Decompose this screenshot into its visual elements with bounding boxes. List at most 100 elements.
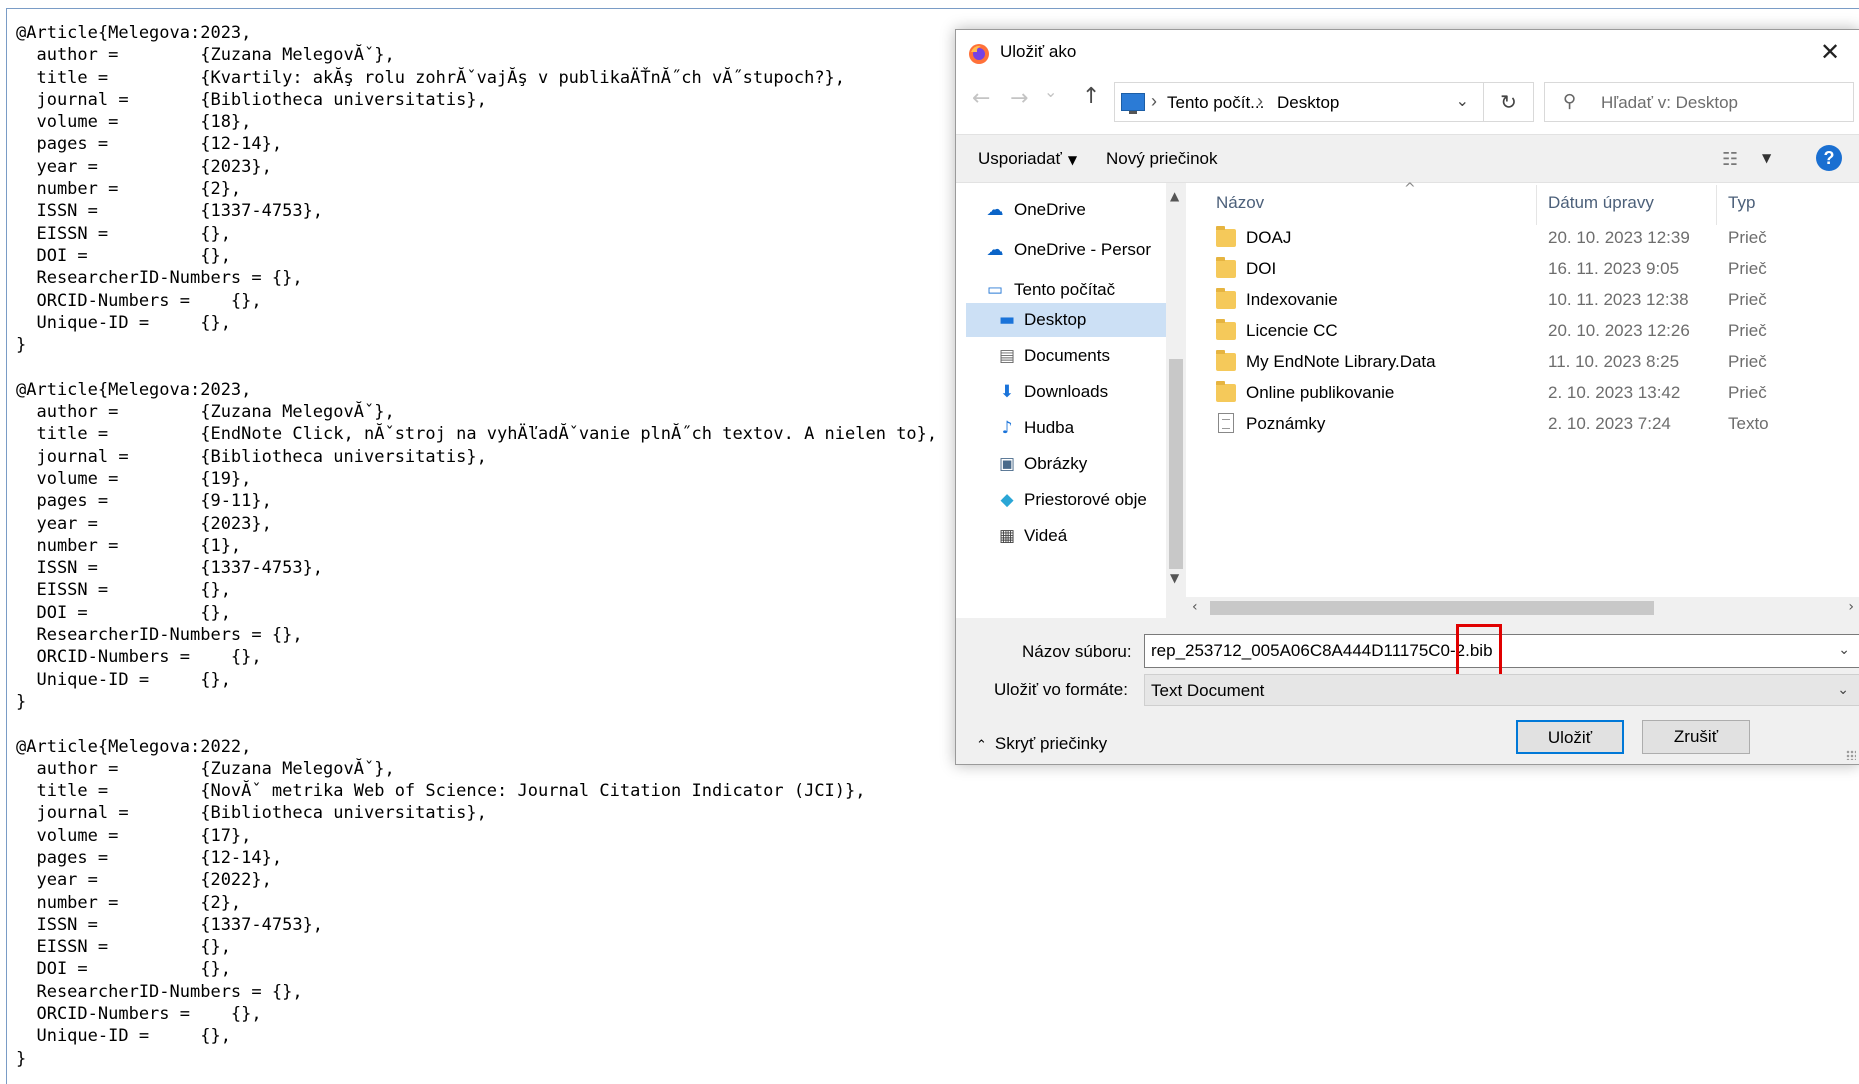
- sidebar-item-onedrive-personal[interactable]: ☁ OneDrive - Persor: [956, 233, 1166, 267]
- search-icon: ⚲: [1563, 91, 1577, 112]
- sidebar-item-videos[interactable]: ▦ Videá: [956, 519, 1166, 553]
- folder-icon: [1216, 350, 1236, 371]
- refresh-button[interactable]: ↻: [1484, 82, 1534, 122]
- scroll-down-icon[interactable]: ▼: [1170, 571, 1179, 585]
- file-type: Prieč: [1728, 352, 1767, 371]
- sidebar-item-music[interactable]: ♪ Hudba: [956, 411, 1166, 445]
- sidebar-item-label: Desktop: [1024, 310, 1087, 329]
- downloads-icon: ⬇: [999, 382, 1015, 402]
- sidebar-item-this-pc[interactable]: ▭ Tento počítač: [956, 273, 1166, 307]
- sidebar-item-label: OneDrive - Persor: [1014, 240, 1151, 259]
- scroll-right-icon[interactable]: ›: [1848, 599, 1854, 615]
- hide-folders-button[interactable]: ⌃ Skryť priečinky: [976, 734, 1107, 754]
- onedrive-icon: ☁: [986, 240, 1004, 260]
- sort-ascending-icon: ^: [1404, 181, 1416, 197]
- onedrive-icon: ☁: [986, 200, 1004, 220]
- file-row[interactable]: Licencie CC 20. 10. 2023 12:26 Prieč: [1186, 316, 1859, 346]
- folder-icon: [1216, 257, 1236, 278]
- navigation-pane: ☁ OneDrive ☁ OneDrive - Persor ▭ Tento p…: [956, 183, 1166, 619]
- text-document-icon: [1218, 413, 1234, 433]
- file-type: Prieč: [1728, 259, 1767, 278]
- search-input[interactable]: ⚲ Hľadať v: Desktop: [1544, 82, 1854, 122]
- sidebar-item-downloads[interactable]: ⬇ Downloads: [956, 375, 1166, 409]
- sidebar-item-label: Priestorové obje: [1024, 490, 1147, 509]
- folder-icon: [1216, 319, 1236, 340]
- organize-button[interactable]: Usporiadať ▼: [978, 149, 1077, 169]
- file-row[interactable]: Online publikovanie 2. 10. 2023 13:42 Pr…: [1186, 378, 1859, 408]
- format-select[interactable]: Text Document ⌄: [1144, 674, 1859, 706]
- file-type: Prieč: [1728, 290, 1767, 309]
- address-bar[interactable]: › Tento počít... › Desktop ⌄: [1114, 82, 1484, 122]
- navigation-bar: ← → ⌄ ↑ › Tento počít... › Desktop ⌄ ↻ ⚲…: [956, 74, 1859, 134]
- view-options-icon[interactable]: ☷: [1722, 149, 1738, 170]
- pictures-icon: ▣: [998, 454, 1016, 474]
- scrollbar-thumb[interactable]: [1210, 601, 1654, 615]
- chevron-down-icon[interactable]: ⌄: [1456, 91, 1469, 110]
- file-row[interactable]: DOI 16. 11. 2023 9:05 Prieč: [1186, 254, 1859, 284]
- help-icon[interactable]: ?: [1816, 145, 1842, 171]
- firefox-icon: [969, 44, 989, 64]
- file-name: Licencie CC: [1246, 321, 1338, 340]
- file-row[interactable]: Indexovanie 10. 11. 2023 12:38 Prieč: [1186, 285, 1859, 315]
- scroll-left-icon[interactable]: ‹: [1192, 599, 1198, 615]
- forward-arrow-icon[interactable]: →: [1010, 86, 1028, 111]
- column-header-name[interactable]: Názov: [1216, 193, 1264, 213]
- scrollbar-thumb[interactable]: [1169, 359, 1183, 569]
- chevron-down-icon[interactable]: ⌄: [1838, 642, 1850, 658]
- new-folder-button[interactable]: Nový priečinok: [1106, 149, 1218, 169]
- back-arrow-icon[interactable]: ←: [972, 86, 990, 111]
- up-arrow-icon[interactable]: ↑: [1082, 84, 1100, 109]
- desktop-icon: ▬: [998, 310, 1016, 330]
- navigation-pane-scrollbar[interactable]: ▲ ▼: [1166, 183, 1186, 619]
- format-label: Uložiť vo formáte:: [994, 680, 1128, 699]
- sidebar-item-onedrive[interactable]: ☁ OneDrive: [956, 193, 1166, 227]
- sidebar-item-label: Documents: [1024, 346, 1110, 365]
- close-icon[interactable]: ✕: [1810, 34, 1850, 70]
- cancel-button[interactable]: Zrušiť: [1642, 720, 1750, 754]
- caret-down-icon[interactable]: ▼: [1762, 151, 1771, 165]
- sidebar-item-pictures[interactable]: ▣ Obrázky: [956, 447, 1166, 481]
- chevron-right-icon: ›: [1151, 91, 1157, 111]
- sidebar-item-documents[interactable]: ▤ Documents: [956, 339, 1166, 373]
- file-row[interactable]: Poznámky 2. 10. 2023 7:24 Texto: [1186, 409, 1859, 439]
- file-name: DOI: [1246, 259, 1277, 278]
- resize-grip[interactable]: [1846, 750, 1856, 760]
- music-icon: ♪: [1001, 418, 1013, 438]
- organize-label: Usporiadať: [978, 149, 1062, 168]
- bibtex-text[interactable]: @Article{Melegova:2023, author = {Zuzana…: [16, 22, 937, 1070]
- file-name: Poznámky: [1246, 414, 1326, 433]
- file-name: Online publikovanie: [1246, 383, 1395, 402]
- column-divider[interactable]: [1716, 185, 1717, 225]
- column-header-type[interactable]: Typ: [1728, 193, 1755, 213]
- file-list-horizontal-scrollbar[interactable]: ‹ ›: [1186, 597, 1859, 619]
- file-date: 20. 10. 2023 12:39: [1548, 228, 1690, 247]
- sidebar-item-3d-objects[interactable]: ◆ Priestorové obje: [956, 483, 1166, 517]
- file-type: Prieč: [1728, 321, 1767, 340]
- file-list: ^ Názov Dátum úpravy Typ DOAJ 20. 10. 20…: [1186, 181, 1859, 619]
- file-date: 20. 10. 2023 12:26: [1548, 321, 1690, 340]
- file-date: 2. 10. 2023 13:42: [1548, 383, 1681, 402]
- folder-icon: [1216, 226, 1236, 247]
- breadcrumb-this-pc[interactable]: Tento počít...: [1167, 93, 1264, 113]
- file-name: DOAJ: [1246, 228, 1292, 247]
- file-name: My EndNote Library.Data: [1246, 352, 1436, 371]
- file-row[interactable]: My EndNote Library.Data 11. 10. 2023 8:2…: [1186, 347, 1859, 377]
- file-type: Prieč: [1728, 228, 1767, 247]
- sidebar-item-label: Tento počítač: [1014, 280, 1116, 299]
- file-type: Prieč: [1728, 383, 1767, 402]
- breadcrumb-desktop[interactable]: Desktop: [1277, 93, 1339, 113]
- caret-down-icon: ▼: [1067, 153, 1078, 167]
- save-button[interactable]: Uložiť: [1516, 720, 1624, 754]
- column-header-date[interactable]: Dátum úpravy: [1548, 193, 1654, 213]
- file-date: 10. 11. 2023 12:38: [1548, 290, 1689, 309]
- dialog-title: Uložiť ako: [1000, 42, 1077, 61]
- scroll-up-icon[interactable]: ▲: [1170, 189, 1179, 203]
- column-divider[interactable]: [1536, 185, 1537, 225]
- sidebar-item-desktop[interactable]: ▬ Desktop: [966, 303, 1166, 337]
- command-toolbar: Usporiadať ▼ Nový priečinok ☷ ▼ ?: [956, 134, 1859, 183]
- hide-folders-label: Skryť priečinky: [994, 734, 1108, 753]
- dialog-titlebar: Uložiť ako ✕: [956, 30, 1859, 74]
- recent-locations-icon[interactable]: ⌄: [1044, 82, 1057, 101]
- file-row[interactable]: DOAJ 20. 10. 2023 12:39 Prieč: [1186, 223, 1859, 253]
- sidebar-item-label: Obrázky: [1024, 454, 1088, 473]
